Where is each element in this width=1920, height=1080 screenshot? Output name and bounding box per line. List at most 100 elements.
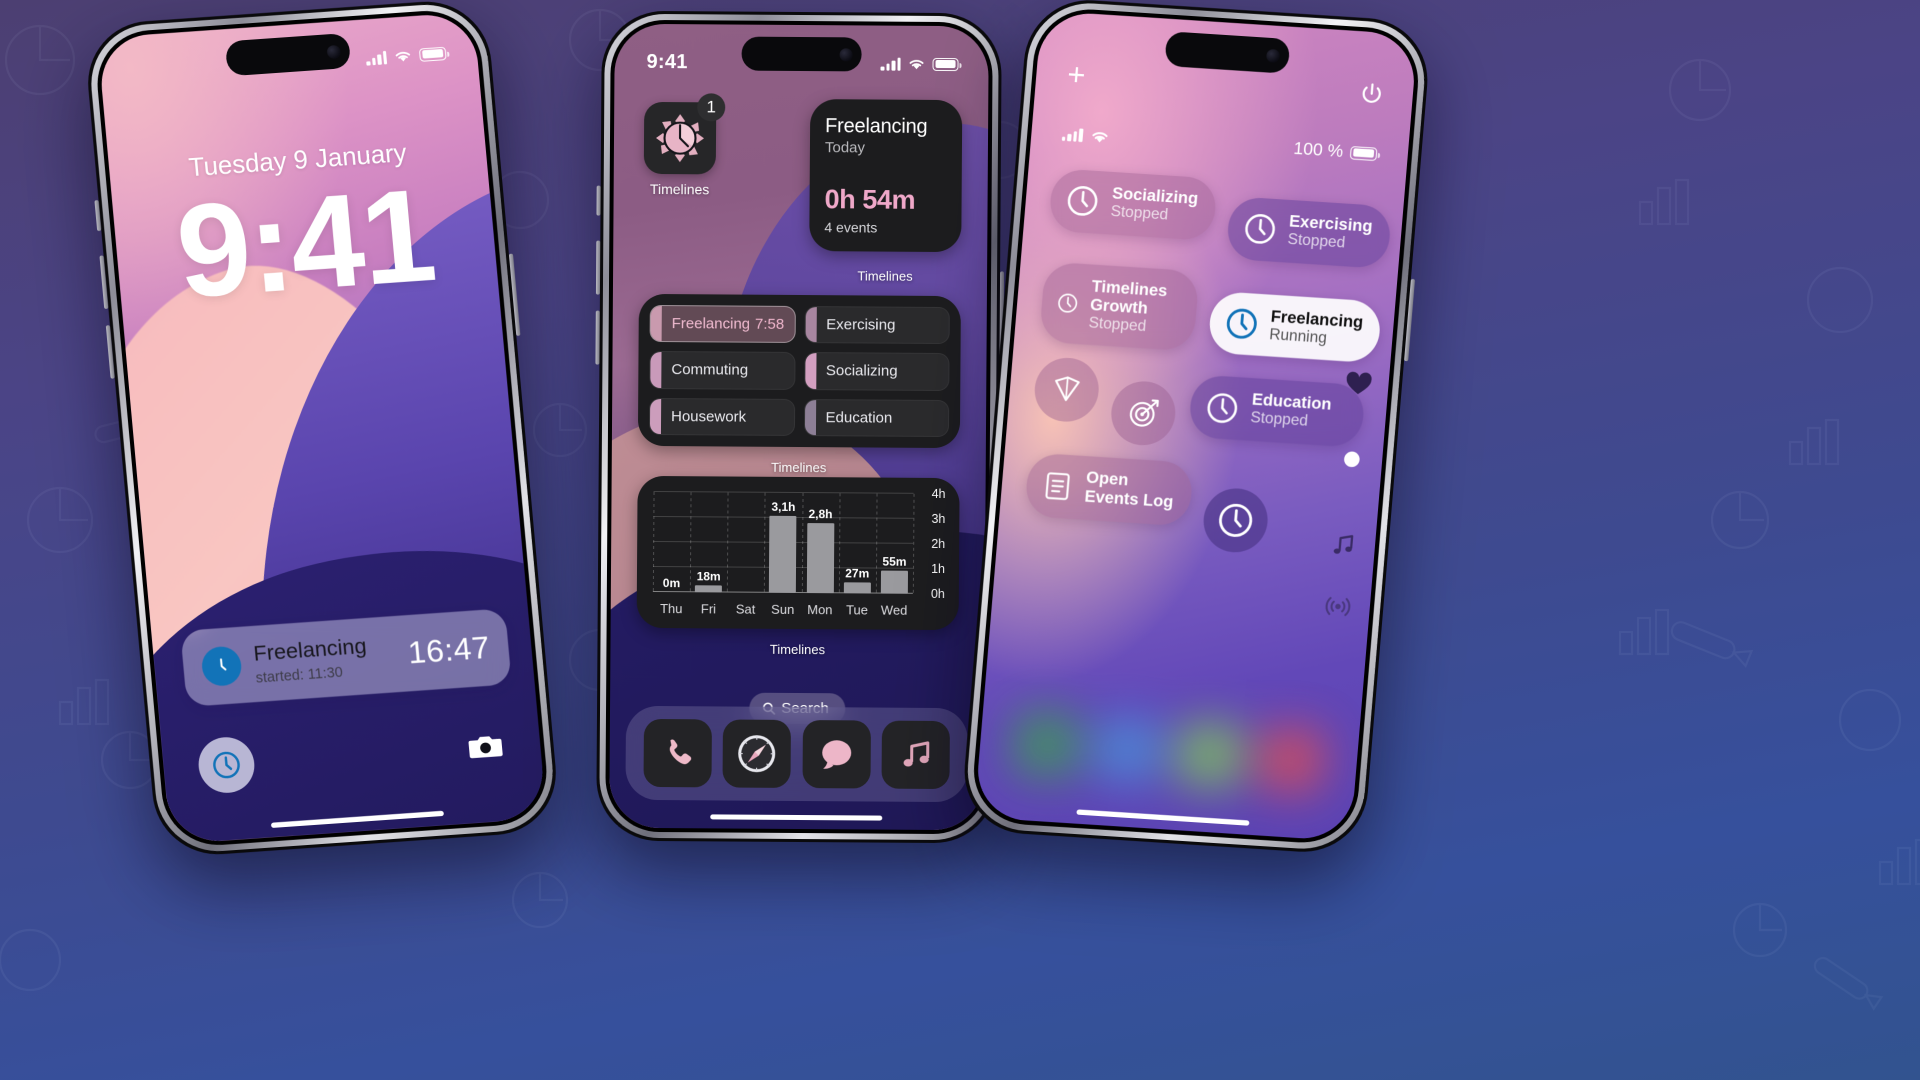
- activity-item[interactable]: Housework: [648, 397, 795, 436]
- chart-bar-column: 27m: [839, 493, 877, 594]
- widget-activities[interactable]: Freelancing 7:58 Exercising Commuting Social…: [637, 293, 961, 449]
- camera-icon: [468, 736, 503, 759]
- dock-app-music[interactable]: [881, 720, 951, 790]
- cc-tile-text: Socializing Stopped: [1110, 185, 1199, 226]
- cc-airplay-icon-wrap[interactable]: [1323, 594, 1352, 623]
- white-dot-indicator: [1343, 451, 1361, 468]
- dock: [625, 705, 969, 803]
- cc-tile-text: Freelancing Running: [1269, 308, 1364, 350]
- chart-bar-value-label: 27m: [845, 566, 870, 581]
- cc-target-button[interactable]: [1108, 379, 1178, 448]
- chart-bar: [880, 570, 908, 594]
- app-icon-tile[interactable]: 1: [643, 93, 726, 175]
- activity-item[interactable]: Exercising: [804, 306, 950, 345]
- volume-down-button[interactable]: [595, 310, 600, 365]
- notification-time: 16:47: [406, 629, 492, 671]
- battery-icon: [1349, 145, 1378, 161]
- power-icon[interactable]: [1358, 81, 1385, 112]
- chart-bar-column: 2,8h: [801, 493, 839, 594]
- mute-switch[interactable]: [596, 185, 601, 216]
- plus-icon[interactable]: +: [1066, 58, 1087, 93]
- document-lines-icon: [1045, 472, 1070, 501]
- activity-item[interactable]: Socializing: [803, 352, 950, 391]
- chart-bars: 0m 18m 3,1h 2,8h 27m 55m: [653, 492, 914, 594]
- chart-bar-column: 18m: [690, 492, 728, 593]
- chart-area: 0m 18m 3,1h 2,8h 27m 55m Thu Fri Sat Sun Mon Tue We…: [649, 487, 948, 620]
- widget-events-count: 4 events: [824, 219, 878, 236]
- battery-percent-label: 100 %: [1292, 138, 1344, 161]
- lock-status-icons: [366, 46, 447, 66]
- cc-tile-exercising[interactable]: Exercising Stopped: [1225, 196, 1392, 269]
- status-time: 9:41: [646, 50, 688, 73]
- widget-caption-activities: Timelines: [771, 459, 827, 476]
- front-camera: [1265, 48, 1281, 63]
- chart-bar-column: 0m: [653, 492, 691, 593]
- cc-tile-socializing[interactable]: Socializing Stopped: [1048, 168, 1218, 241]
- chart-y-axis-labels: 0h 1h 2h 3h 4h: [915, 487, 946, 601]
- music-note-icon: [1333, 535, 1354, 554]
- phone-icon: [669, 739, 691, 765]
- chart-bar-value-label: 0m: [662, 576, 681, 591]
- cc-row-2: Timelines Growth Stopped Freelancing Run…: [1038, 261, 1383, 364]
- chart-bar: [843, 582, 871, 594]
- cc-tile-education[interactable]: Education Stopped: [1187, 374, 1366, 449]
- dock-app-messages[interactable]: [802, 720, 871, 789]
- dock-app-phone[interactable]: [643, 718, 712, 788]
- message-bubble-icon: [821, 740, 851, 769]
- cc-row-3: Education Stopped: [1031, 356, 1367, 459]
- clock-shortcut-button[interactable]: [196, 735, 257, 795]
- chart-x-tick: Mon: [807, 602, 833, 618]
- dynamic-island: [741, 36, 862, 72]
- heart-icon: [1346, 371, 1372, 395]
- chart-x-tick: Sun: [771, 601, 795, 617]
- activity-item[interactable]: Freelancing 7:58: [649, 304, 796, 344]
- cc-tile-timelines-growth[interactable]: Timelines Growth Stopped: [1038, 261, 1200, 352]
- widget-subtitle: Today: [824, 139, 866, 157]
- mute-switch[interactable]: [94, 200, 102, 232]
- timelines-clock-icon: [656, 114, 705, 163]
- notification-text: Freelancing started: 11:30: [253, 632, 410, 685]
- activity-color-stripe: [804, 399, 816, 436]
- clock-icon: [200, 645, 243, 688]
- widget-freelancing-today[interactable]: Freelancing Today 0h 54m 4 events: [809, 99, 963, 253]
- activity-color-stripe: [805, 307, 817, 343]
- cc-tile-freelancing[interactable]: Freelancing Running: [1206, 290, 1383, 364]
- cc-heart-icon-wrap[interactable]: [1344, 371, 1373, 402]
- camera-shortcut-button[interactable]: [460, 724, 511, 770]
- chart-x-axis-labels: Thu Fri Sat Sun Mon Tue Wed: [653, 601, 913, 618]
- volume-up-button[interactable]: [595, 240, 601, 295]
- chart-bar-value-label: 18m: [696, 568, 721, 583]
- cc-tile-title: Timelines Growth: [1089, 277, 1169, 318]
- activity-name: Exercising: [826, 316, 896, 334]
- dock-app-safari[interactable]: [722, 719, 792, 788]
- chart-y-tick: 3h: [931, 511, 946, 527]
- phone-lock-screen: Tuesday 9 January 9:41 Freelancing start…: [82, 0, 562, 859]
- lock-screen-display: Tuesday 9 January 9:41 Freelancing start…: [97, 11, 547, 845]
- chart-bar-value-label: 55m: [882, 554, 907, 569]
- widget-caption-chart: Timelines: [769, 641, 826, 658]
- activity-name: Commuting: [671, 361, 749, 380]
- widget-caption-small: Timelines: [857, 268, 913, 284]
- app-timelines[interactable]: 1 Timelines: [643, 93, 726, 198]
- cc-clock-button[interactable]: [1201, 486, 1271, 555]
- activity-item[interactable]: Commuting: [649, 351, 796, 390]
- chart-plot: 0m 18m 3,1h 2,8h 27m 55m: [652, 490, 915, 594]
- activity-name: Education: [825, 408, 893, 427]
- activity-color-stripe: [804, 353, 817, 389]
- chart-x-tick: Fri: [700, 601, 717, 617]
- widget-duration: 0h 54m: [824, 184, 916, 215]
- activity-time: 7:58: [754, 315, 785, 334]
- chart-x-tick: Sat: [735, 601, 756, 617]
- cc-open-events-log-button[interactable]: Open Events Log: [1024, 452, 1195, 527]
- phone-home-screen: 9:41 1 Timelines Freelancing Today 0h 54…: [595, 10, 1005, 844]
- screenshot-stage: Tuesday 9 January 9:41 Freelancing start…: [0, 0, 1920, 1080]
- chart-x-tick: Wed: [880, 602, 908, 618]
- cc-music-icon-wrap[interactable]: [1328, 531, 1357, 565]
- widget-weekly-chart[interactable]: 0m 18m 3,1h 2,8h 27m 55m Thu Fri Sat Sun Mon Tue We…: [636, 475, 960, 631]
- activity-item[interactable]: Education: [803, 398, 950, 438]
- cc-shortcuts-button[interactable]: [1032, 356, 1102, 425]
- chart-bar-value-label: 2,8h: [808, 507, 833, 522]
- cc-row-1: Socializing Stopped Exercising Stopped: [1047, 168, 1392, 269]
- clock-icon: [1058, 293, 1078, 313]
- chart-bar-column: 55m: [876, 494, 914, 594]
